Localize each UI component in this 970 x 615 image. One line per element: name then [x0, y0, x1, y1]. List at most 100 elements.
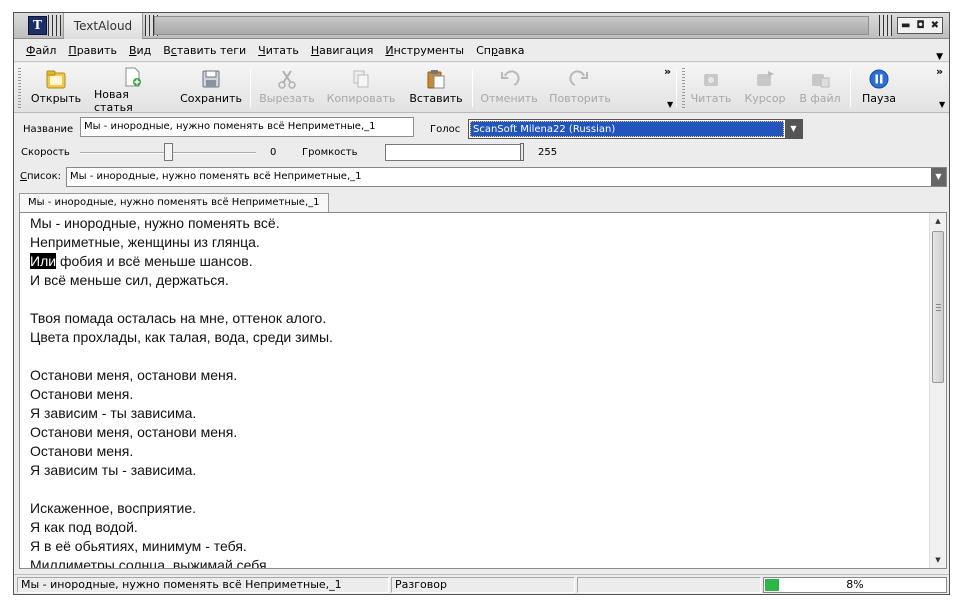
menu-item[interactable]: Навигация — [311, 44, 373, 57]
redo-icon — [569, 70, 588, 86]
text-line: Останови меня. — [30, 386, 134, 402]
undo-button[interactable]: Отменить — [478, 66, 540, 110]
text-line: Миллиметры солнца, выжимай себя. — [30, 557, 271, 569]
read-button[interactable]: Читать — [686, 66, 736, 110]
status-empty — [577, 577, 761, 593]
voice-label: Голос — [430, 124, 461, 135]
window-title: TextAloud — [63, 13, 143, 39]
redo-button[interactable]: Повторить — [546, 66, 614, 110]
scroll-up-icon[interactable]: ▲ — [930, 213, 946, 229]
chevron-down-icon[interactable]: ▼ — [931, 168, 946, 186]
speaker-cursor-icon — [757, 71, 774, 86]
menu-item[interactable]: Вставить теги — [163, 44, 246, 57]
menu-item[interactable]: Справка — [476, 44, 524, 57]
speaker-icon — [704, 74, 718, 86]
menu-item[interactable]: Читать — [258, 44, 299, 57]
text-line: Или фобия и всё меньше шансов. — [30, 253, 253, 269]
name-label: Название — [23, 124, 74, 135]
toolbar: Открыть Новая статья Сохранить Вырезать … — [14, 63, 949, 114]
status-document: Мы - инородные, нужно поменять всё Непри… — [17, 577, 389, 593]
pause-icon — [869, 69, 889, 89]
window-controls: ▬ ◘ ✖ — [897, 17, 943, 34]
close-icon[interactable]: ✖ — [931, 20, 939, 31]
progress-percent: 8% — [846, 578, 864, 591]
maximize-icon[interactable]: ◘ — [916, 20, 924, 31]
chevron-down-icon[interactable]: ▼ — [939, 100, 945, 109]
text-line: Неприметные, женщины из глянца. — [30, 234, 260, 250]
minimize-icon[interactable]: ▬ — [901, 20, 910, 31]
pause-button[interactable]: Пауза — [854, 66, 904, 110]
vertical-scrollbar[interactable]: ▲ ▼ — [929, 213, 946, 568]
cursor-button[interactable]: Курсор — [740, 66, 790, 110]
copy-icon — [353, 70, 369, 88]
cut-button[interactable]: Вырезать — [258, 66, 316, 110]
editor-text[interactable]: Мы - инородные, нужно поменять всё. Непри… — [30, 214, 924, 569]
list-selected: Мы - инородные, нужно поменять всё Непри… — [70, 171, 362, 182]
save-to-file-icon — [812, 74, 830, 88]
save-button[interactable]: Сохранить — [180, 66, 242, 110]
text-line: Я зависим - ты зависима. — [30, 405, 197, 421]
text-line: Мы - инородные, нужно поменять всё. — [30, 215, 280, 231]
scrollbar-thumb[interactable] — [932, 231, 944, 383]
chevron-down-icon[interactable]: ▼ — [936, 52, 943, 62]
scroll-down-icon[interactable]: ▼ — [930, 552, 946, 568]
text-line — [30, 290, 924, 309]
text-line: И всё меньше сил, держаться. — [30, 272, 229, 288]
save-icon — [202, 70, 220, 88]
reading-progress: 8% — [763, 577, 947, 593]
new-document-icon — [125, 67, 141, 87]
undo-icon — [501, 70, 520, 86]
name-input[interactable]: Мы - инородные, нужно поменять всё Непри… — [80, 117, 414, 137]
copy-button[interactable]: Копировать — [324, 66, 398, 110]
menu-item[interactable]: Вид — [129, 44, 151, 57]
text-line: Останови меня, останови меня. — [30, 367, 238, 383]
text-line: Искаженное, восприятие. — [30, 500, 196, 516]
app-window: T TextAloud ▬ ◘ ✖ Файл Править Вид Вставить… — [13, 12, 950, 595]
paste-icon — [427, 70, 445, 89]
menu-item[interactable]: Инструменты — [385, 44, 464, 57]
menu-bar: Файл Править Вид Вставить теги Читать Навигац… — [14, 40, 949, 62]
list-label: Список: — [20, 171, 62, 182]
volume-slider[interactable] — [385, 144, 523, 161]
status-mode: Разговор — [391, 577, 575, 593]
grip-icon — [48, 15, 61, 36]
text-editor[interactable]: Мы - инородные, нужно поменять всё. Непри… — [19, 212, 947, 569]
list-select[interactable]: Мы - инородные, нужно поменять всё Непри… — [66, 167, 947, 187]
text-line: Останови меня. — [30, 443, 134, 459]
toolbar-separator — [850, 69, 851, 107]
tab-document[interactable]: Мы - инородные, нужно поменять всё Непри… — [19, 193, 329, 212]
voice-select[interactable]: ScanSoft Milena22 (Russian) ▼ — [468, 119, 803, 139]
new-article-button[interactable]: Новая статья — [94, 66, 170, 114]
folder-icon — [46, 70, 66, 89]
to-file-button[interactable]: В файл — [794, 66, 846, 110]
toolbar-grip[interactable] — [18, 68, 21, 108]
toolbar-grip[interactable] — [682, 68, 685, 108]
text-line — [30, 347, 924, 366]
menu-item[interactable]: Править — [68, 44, 117, 57]
title-fill — [154, 16, 869, 35]
text-line: Цвета прохлады, как талая, вода, среди з… — [30, 329, 333, 345]
volume-value: 255 — [538, 147, 558, 158]
more-icon[interactable]: » — [936, 65, 943, 78]
toolbar-separator — [250, 69, 251, 107]
title-bar: T TextAloud ▬ ◘ ✖ — [14, 13, 949, 39]
open-button[interactable]: Открыть — [28, 66, 84, 110]
grip-icon — [879, 15, 892, 36]
text-line: Твоя помада осталась на мне, оттенок ало… — [30, 310, 327, 326]
chevron-down-icon[interactable]: ▼ — [785, 120, 802, 138]
speed-slider-thumb[interactable] — [164, 143, 173, 161]
voice-selected: ScanSoft Milena22 (Russian) — [470, 121, 784, 137]
volume-label: Громкость — [302, 147, 358, 158]
volume-slider-thumb[interactable] — [520, 143, 524, 161]
toolbar-separator — [472, 69, 473, 107]
speed-value: 0 — [270, 147, 277, 158]
text-line: Я как под водой. — [30, 519, 138, 535]
text-line: Я в её обьятиях, минимум - тебя. — [30, 538, 247, 554]
text-line: Я зависим ты - зависима. — [30, 462, 197, 478]
chevron-down-icon[interactable]: ▼ — [667, 100, 673, 109]
status-bar: Мы - инородные, нужно поменять всё Непри… — [14, 574, 949, 594]
app-icon[interactable]: T — [28, 16, 47, 35]
menu-item[interactable]: Файл — [26, 44, 56, 57]
more-icon[interactable]: » — [664, 65, 671, 78]
paste-button[interactable]: Вставить — [406, 66, 466, 110]
